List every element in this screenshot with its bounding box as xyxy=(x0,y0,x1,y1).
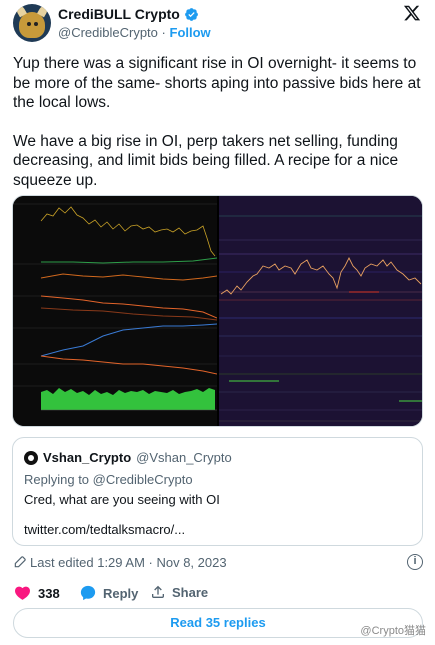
quoted-author-avatar xyxy=(24,450,38,465)
author-handle[interactable]: @CredibleCrypto xyxy=(58,25,158,40)
quoted-tweet-text: Cred, what are you seeing with OI xyxy=(24,492,220,507)
watermark: @Crypto猫猫 xyxy=(360,625,426,637)
quoted-tweet-link[interactable]: twitter.com/tedtalksmacro/... xyxy=(24,522,185,537)
like-button[interactable]: 338 xyxy=(13,584,60,602)
quoted-author-name: Vshan_Crypto xyxy=(43,450,132,465)
tweet-text: Yup there was a significant rise in OI o… xyxy=(13,54,423,190)
tweet-paragraph: Yup there was a significant rise in OI o… xyxy=(13,55,421,111)
left-chart-graphic xyxy=(13,203,217,411)
tweet-media[interactable] xyxy=(12,195,423,427)
follow-button[interactable]: Follow xyxy=(170,25,211,40)
media-image-left-chart[interactable] xyxy=(13,196,217,426)
share-icon xyxy=(152,585,164,598)
quoted-replying-to: Replying to @CredibleCrypto xyxy=(24,472,193,487)
share-label: Share xyxy=(172,584,209,600)
handle-separator: · xyxy=(161,25,166,40)
share-button[interactable]: Share xyxy=(150,584,208,600)
quoted-author-handle: @Vshan_Crypto xyxy=(136,450,232,465)
author-name[interactable]: CrediBULL Crypto xyxy=(58,6,180,22)
reply-label: Reply xyxy=(103,585,139,601)
author-name-row: CrediBULL Crypto xyxy=(58,6,199,22)
last-edited-timestamp[interactable]: Last edited 1:29 AM · Nov 8, 2023 xyxy=(30,555,227,570)
tweet-header: CrediBULL Crypto @CredibleCrypto · Follo… xyxy=(13,4,423,44)
media-image-right-heatmap[interactable] xyxy=(219,196,422,426)
heart-icon xyxy=(14,586,31,600)
verified-badge-icon xyxy=(184,7,198,21)
author-avatar[interactable] xyxy=(13,4,51,42)
x-logo-icon[interactable] xyxy=(403,4,421,22)
author-handle-row: @CredibleCrypto · Follow xyxy=(58,25,211,40)
avatar-eye-left xyxy=(27,22,31,26)
info-icon[interactable]: i xyxy=(407,554,423,570)
bull-avatar-image xyxy=(19,12,45,38)
quoted-tweet-header: Vshan_Crypto @Vshan_Crypto xyxy=(24,450,232,465)
reply-button[interactable]: Reply xyxy=(79,584,138,602)
quoted-tweet[interactable]: Vshan_Crypto @Vshan_Crypto Replying to @… xyxy=(12,437,423,546)
edited-row: Last edited 1:29 AM · Nov 8, 2023 i xyxy=(13,554,423,574)
action-bar: 338 Reply Share xyxy=(13,584,423,604)
reply-bubble-icon xyxy=(80,585,96,601)
tweet-paragraph: We have a big rise in OI, perp takers ne… xyxy=(13,132,399,189)
like-count: 338 xyxy=(38,585,60,601)
avatar-eye-right xyxy=(34,22,38,26)
pencil-icon xyxy=(14,556,26,568)
right-heatmap-graphic xyxy=(219,196,422,426)
